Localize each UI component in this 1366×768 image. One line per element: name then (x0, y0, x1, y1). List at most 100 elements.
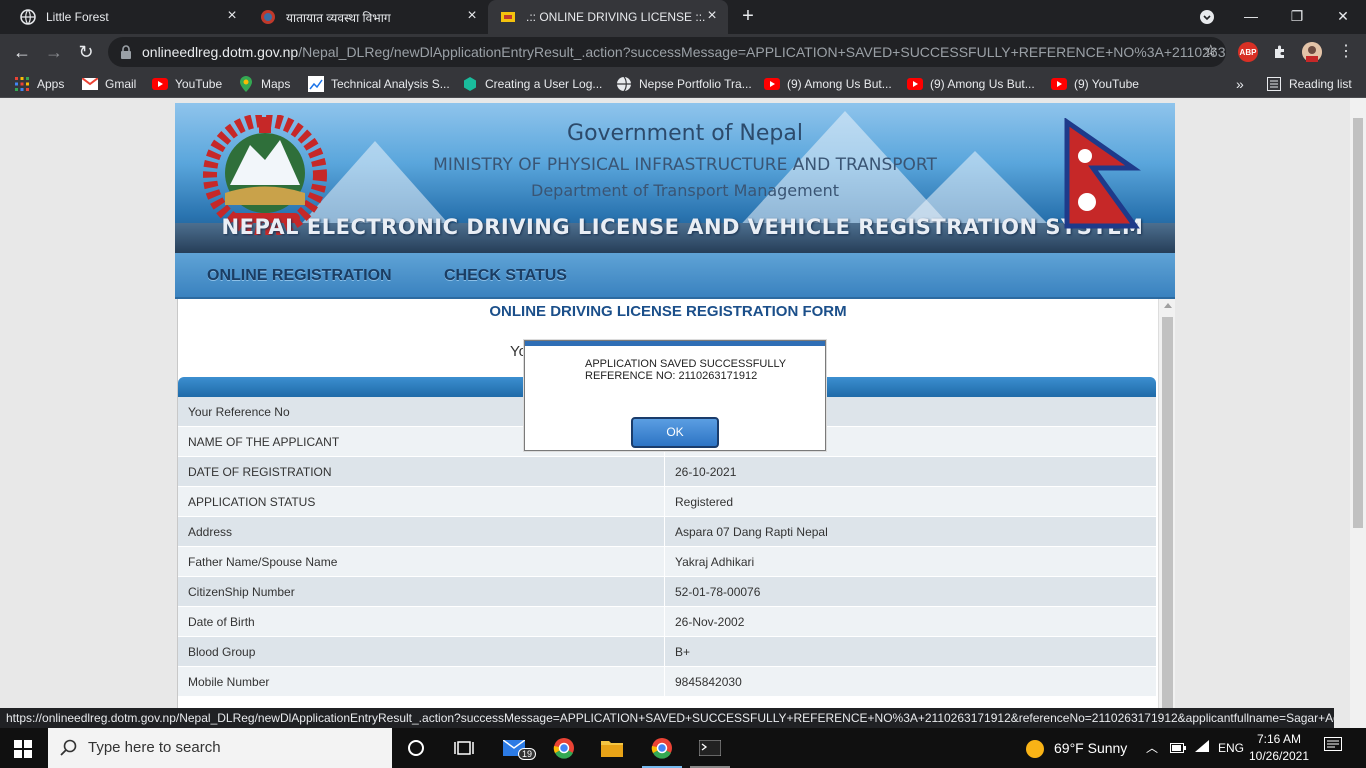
taskbar-search-input[interactable]: Type here to search (48, 728, 392, 768)
menu-online-registration[interactable]: ONLINE REGISTRATION (207, 267, 392, 285)
minimize-button[interactable]: — (1228, 0, 1274, 34)
tab-little-forest[interactable]: Little Forest × (8, 0, 248, 34)
apps-grid-icon (14, 76, 30, 92)
bookmarks-overflow-button[interactable]: » (1236, 75, 1244, 93)
mail-icon[interactable]: 19 (502, 736, 537, 760)
terminal-icon[interactable] (698, 736, 722, 760)
table-row: CitizenShip Number 52-01-78-00076 (178, 577, 1156, 607)
bookmark-youtube[interactable]: YouTube (152, 75, 222, 93)
bookmark-youtube-9[interactable]: (9) YouTube (1051, 75, 1139, 93)
wifi-icon[interactable] (1194, 728, 1210, 768)
bookmark-nepse-portfolio[interactable]: Nepse Portfolio Tra... (616, 75, 752, 93)
scrollbar-thumb[interactable] (1162, 317, 1173, 708)
page-scrollbar[interactable] (1350, 98, 1366, 728)
close-tab-icon[interactable]: × (224, 8, 240, 25)
ok-button[interactable]: OK (631, 417, 719, 448)
row-label: Date of Birth (178, 607, 665, 636)
table-row: Blood Group B+ (178, 637, 1156, 667)
tab-search-icon[interactable] (1184, 0, 1230, 34)
profile-avatar[interactable] (1302, 42, 1322, 62)
bookmark-among-us-1[interactable]: (9) Among Us But... (764, 75, 892, 93)
address-bar[interactable]: onlineedlreg.dotm.gov.np/Nepal_DLReg/new… (108, 37, 1226, 67)
table-row: Father Name/Spouse Name Yakraj Adhikari (178, 547, 1156, 577)
chart-site-icon (308, 76, 324, 92)
table-row: Address Aspara 07 Dang Rapti Nepal (178, 517, 1156, 547)
weather-widget[interactable]: 69°F Sunny (1026, 728, 1127, 768)
row-label: APPLICATION STATUS (178, 487, 665, 516)
bookmark-maps[interactable]: Maps (238, 75, 290, 93)
site-banner: Government of Nepal MINISTRY OF PHYSICAL… (175, 103, 1175, 253)
row-label: Father Name/Spouse Name (178, 547, 665, 576)
bookmarks-bar: Apps Gmail YouTube Maps Technical Analys… (0, 70, 1366, 98)
close-window-button[interactable]: ✕ (1320, 0, 1366, 34)
reload-button[interactable]: ↻ (74, 41, 98, 63)
sun-icon (1026, 740, 1044, 759)
bookmark-among-us-2[interactable]: (9) Among Us But... (907, 75, 1035, 93)
language-indicator[interactable]: ENG (1218, 728, 1244, 768)
new-tab-button[interactable]: + (738, 6, 758, 27)
tab-strip: Little Forest × यातायात व्यवस्था विभाग ×… (0, 0, 1366, 34)
extensions-puzzle-icon[interactable] (1270, 42, 1290, 62)
globe-icon (616, 76, 632, 92)
tab-title: Little Forest (46, 10, 109, 24)
notifications-icon[interactable] (1324, 728, 1342, 768)
mail-badge: 19 (518, 748, 537, 760)
row-label: Mobile Number (178, 667, 665, 696)
row-label: DATE OF REGISTRATION (178, 457, 665, 486)
file-explorer-icon[interactable] (600, 736, 624, 760)
youtube-icon (1051, 76, 1067, 92)
hex-site-icon (462, 76, 478, 92)
bookmark-gmail[interactable]: Gmail (82, 75, 136, 93)
row-value: Yakraj Adhikari (675, 555, 755, 569)
success-dialog: APPLICATION SAVED SUCCESSFULLY REFERENCE… (524, 340, 826, 451)
system-clock[interactable]: 7:16 AM 10/26/2021 (1247, 731, 1311, 765)
tab-transport-department[interactable]: यातायात व्यवस्था विभाग × (248, 0, 488, 34)
menu-check-status[interactable]: CHECK STATUS (444, 267, 567, 285)
windows-start-icon[interactable] (14, 740, 32, 758)
youtube-icon (764, 76, 780, 92)
row-value: Registered (675, 495, 734, 509)
windows-taskbar: Type here to search 19 69°F Sunny ︿ ENG … (0, 728, 1366, 768)
chrome-icon[interactable] (552, 736, 576, 760)
flag-favicon-icon (500, 9, 516, 25)
scrollbar-thumb[interactable] (1353, 118, 1363, 528)
scroll-up-arrow-icon[interactable] (1164, 303, 1172, 308)
url-path: /Nepal_DLReg/newDlApplicationEntryResult… (298, 44, 1226, 60)
bookmark-creating-user-log[interactable]: Creating a User Log... (462, 75, 602, 93)
row-value: 26-10-2021 (675, 465, 737, 479)
battery-icon[interactable] (1170, 728, 1186, 768)
reading-list-button[interactable]: Reading list (1266, 75, 1352, 93)
site-menu: ONLINE REGISTRATION CHECK STATUS (175, 253, 1175, 299)
cortana-icon[interactable] (404, 736, 428, 760)
nepal-flag-icon (1064, 118, 1141, 229)
close-tab-icon[interactable]: × (464, 8, 480, 25)
bookmark-star-icon[interactable]: ☆ (1204, 37, 1218, 67)
forward-button[interactable]: → (42, 41, 66, 63)
form-scrollbar[interactable] (1158, 299, 1175, 708)
tab-title: यातायात व्यवस्था विभाग (286, 10, 391, 25)
tab-title: .:: ONLINE DRIVING LICENSE ::. (526, 10, 706, 24)
url-host: onlineedlreg.dotm.gov.np (142, 44, 299, 60)
adblock-plus-icon[interactable]: ABP (1238, 42, 1258, 62)
task-view-icon[interactable] (452, 736, 476, 760)
banner-system-title: NEPAL ELECTRONIC DRIVING LICENSE AND VEH… (221, 215, 1144, 239)
table-row: Date of Birth 26-Nov-2002 (178, 607, 1156, 637)
restore-button[interactable]: ❐ (1274, 0, 1320, 34)
dialog-message: APPLICATION SAVED SUCCESSFULLY REFERENCE… (585, 358, 786, 382)
row-value: B+ (675, 645, 691, 659)
back-button[interactable]: ← (10, 41, 34, 63)
status-url-bubble: https://onlineedlreg.dotm.gov.np/Nepal_D… (0, 708, 1334, 728)
youtube-icon (152, 76, 168, 92)
tab-online-driving-license[interactable]: .:: ONLINE DRIVING LICENSE ::. × (488, 0, 728, 34)
bookmark-technical-analysis[interactable]: Technical Analysis S... (308, 75, 450, 93)
table-row: APPLICATION STATUS Registered (178, 487, 1156, 517)
chrome-active-icon[interactable] (650, 736, 674, 760)
chrome-menu-icon[interactable]: ⋮ (1334, 41, 1358, 63)
reading-list-icon (1266, 76, 1282, 92)
dialog-line-reference: REFERENCE NO: 2110263171912 (585, 370, 758, 382)
tray-chevron-icon[interactable]: ︿ (1146, 728, 1158, 768)
bookmark-apps[interactable]: Apps (14, 75, 64, 93)
close-tab-icon[interactable]: × (704, 8, 720, 25)
lock-icon (121, 45, 131, 59)
gmail-icon (82, 76, 98, 92)
